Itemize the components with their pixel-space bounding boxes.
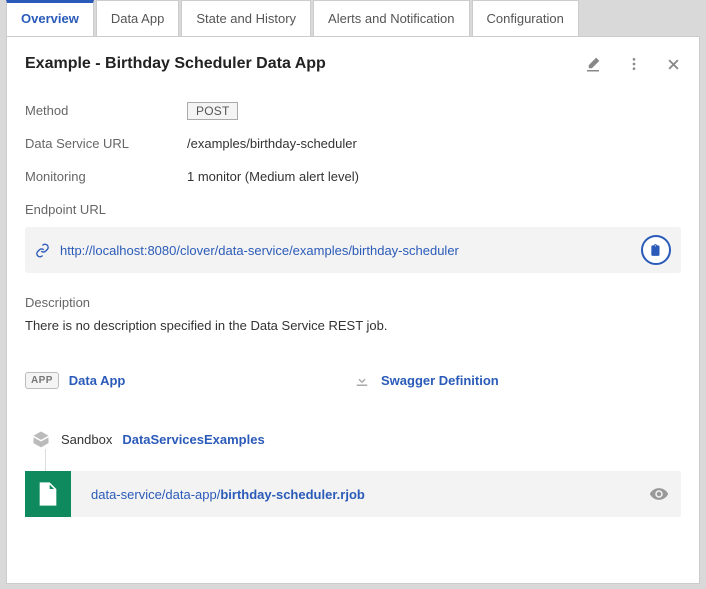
action-swagger[interactable]: Swagger Definition: [353, 371, 681, 389]
action-data-app[interactable]: APP Data App: [25, 371, 353, 389]
file-path-link[interactable]: data-service/data-app/birthday-scheduler…: [91, 487, 649, 502]
method-badge: POST: [187, 102, 238, 120]
sandbox-link[interactable]: DataServicesExamples: [122, 432, 264, 447]
link-icon: [35, 243, 50, 258]
description-label: Description: [25, 295, 681, 310]
endpoint-url-label: Endpoint URL: [25, 202, 681, 217]
tab-data-app[interactable]: Data App: [96, 0, 180, 36]
tab-alerts-notification[interactable]: Alerts and Notification: [313, 0, 469, 36]
tab-state-history[interactable]: State and History: [181, 0, 311, 36]
monitoring-label: Monitoring: [25, 169, 187, 184]
action-row: APP Data App Swagger Definition: [25, 371, 681, 389]
file-path-prefix: data-service/data-app/: [91, 487, 220, 502]
more-menu-icon[interactable]: [626, 56, 642, 72]
page-title: Example - Birthday Scheduler Data App: [25, 55, 326, 73]
sandbox-row: Sandbox DataServicesExamples: [25, 429, 681, 449]
method-label: Method: [25, 103, 187, 118]
endpoint-url-row: http://localhost:8080/clover/data-servic…: [25, 227, 681, 273]
tab-configuration[interactable]: Configuration: [472, 0, 579, 36]
data-service-url-value: /examples/birthday-scheduler: [187, 136, 357, 151]
field-data-service-url: Data Service URL /examples/birthday-sche…: [25, 136, 681, 151]
endpoint-url-link[interactable]: http://localhost:8080/clover/data-servic…: [60, 243, 641, 258]
method-value: POST: [187, 103, 238, 118]
panel-header: Example - Birthday Scheduler Data App: [25, 55, 681, 73]
clipboard-icon: [649, 243, 663, 257]
copy-button[interactable]: [641, 235, 671, 265]
description-text: There is no description specified in the…: [25, 318, 681, 333]
monitoring-value: 1 monitor (Medium alert level): [187, 169, 359, 184]
data-service-url-label: Data Service URL: [25, 136, 187, 151]
header-actions: [584, 55, 681, 73]
panel-overview: Example - Birthday Scheduler Data App Me…: [6, 36, 700, 584]
download-icon: [353, 371, 371, 389]
tree-connector: [45, 449, 46, 471]
file-icon: [25, 471, 71, 517]
field-monitoring: Monitoring 1 monitor (Medium alert level…: [25, 169, 681, 184]
tab-overview[interactable]: Overview: [6, 0, 94, 36]
file-row: data-service/data-app/birthday-scheduler…: [25, 471, 681, 517]
app-badge-icon: APP: [25, 372, 59, 389]
visibility-icon[interactable]: [649, 484, 669, 504]
box-icon: [31, 429, 51, 449]
data-app-link: Data App: [69, 373, 126, 388]
tabs: Overview Data App State and History Aler…: [0, 0, 706, 36]
close-icon[interactable]: [666, 57, 681, 72]
field-method: Method POST: [25, 103, 681, 118]
erase-icon[interactable]: [584, 55, 602, 73]
sandbox-label: Sandbox: [61, 432, 112, 447]
file-path-name: birthday-scheduler.rjob: [220, 487, 364, 502]
swagger-link: Swagger Definition: [381, 373, 499, 388]
